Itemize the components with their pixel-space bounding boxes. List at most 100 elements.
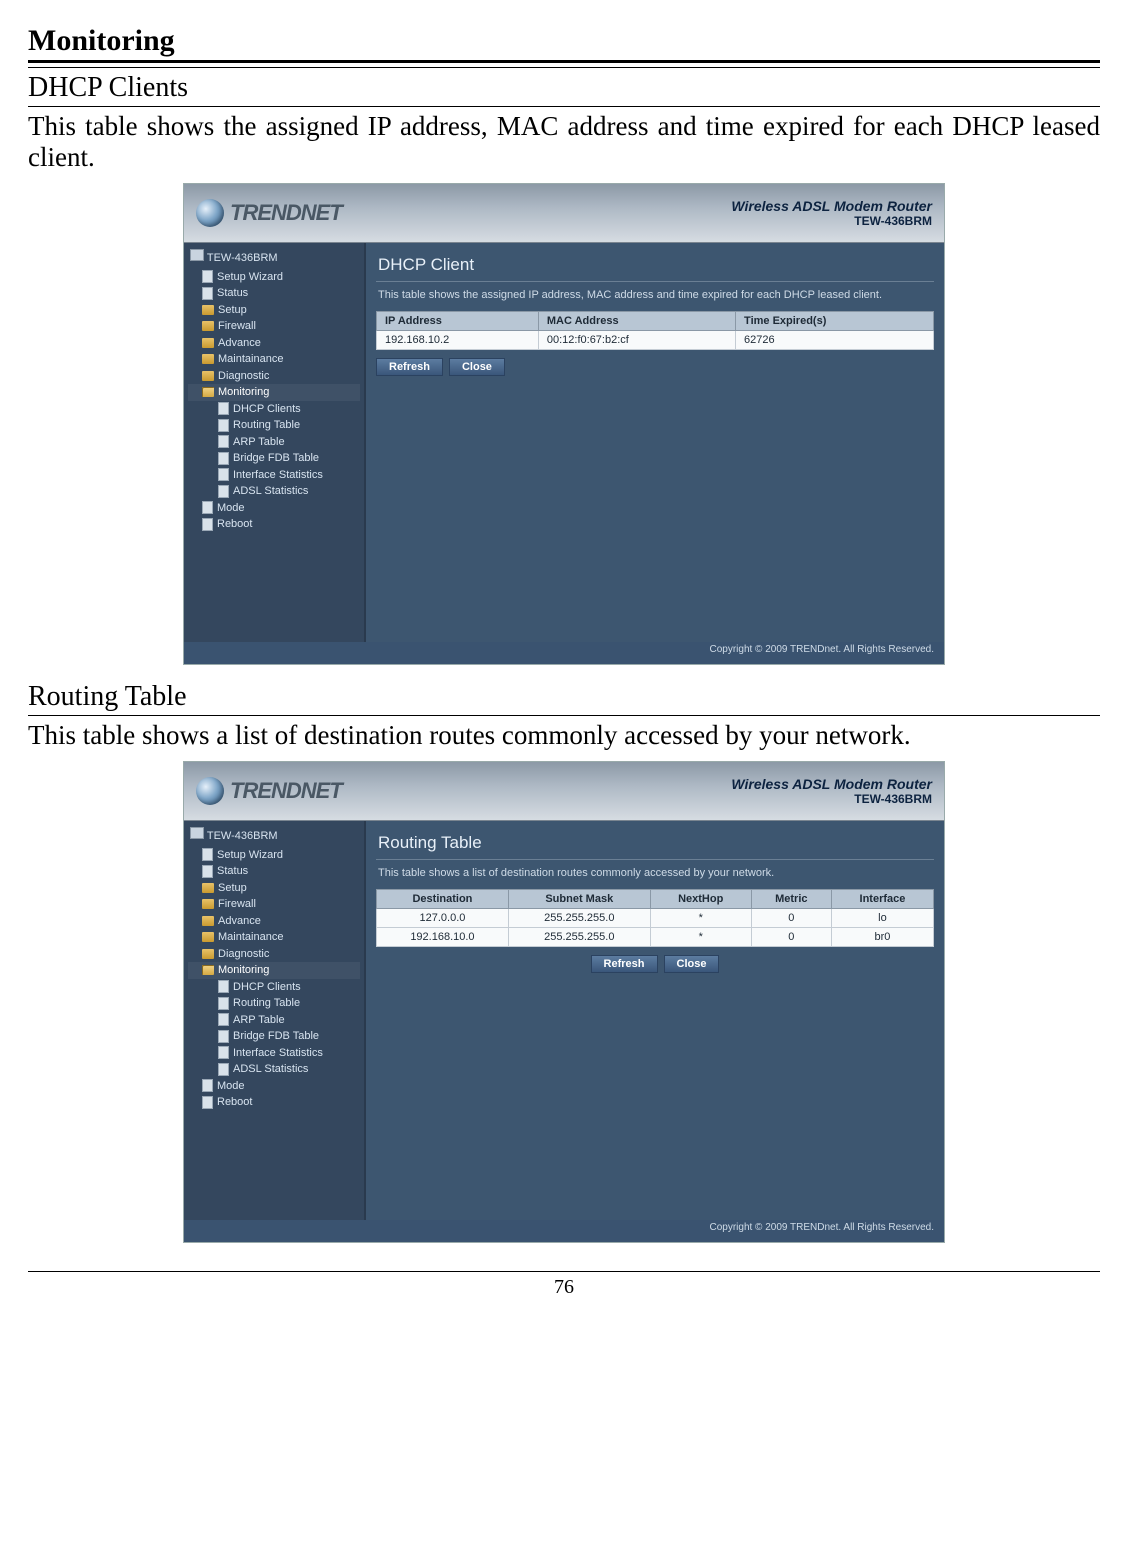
page-icon [202,270,213,283]
sidebar: TEW-436BRM Setup Wizard Status Setup Fir… [184,243,366,642]
sidebar-item-mode[interactable]: Mode [188,1078,360,1095]
page-icon [218,1046,229,1059]
col-destination: Destination [377,889,509,908]
cell-time-expired: 62726 [736,330,934,349]
sidebar-item-setup[interactable]: Setup [188,880,360,897]
sidebar-item-setup-wizard[interactable]: Setup Wizard [188,269,360,286]
sidebar-sub-bridge-fdb-table[interactable]: Bridge FDB Table [188,1028,360,1045]
sidebar-item-advance[interactable]: Advance [188,335,360,352]
folder-icon [202,932,214,942]
panel-description: This table shows a list of destination r… [376,860,934,889]
sidebar-item-advance[interactable]: Advance [188,913,360,930]
page-icon [202,501,213,514]
cell-interface: lo [831,908,933,927]
sidebar: TEW-436BRM Setup Wizard Status Setup Fir… [184,821,366,1220]
refresh-button[interactable]: Refresh [591,955,658,973]
router-footer: Copyright © 2009 TRENDnet. All Rights Re… [184,642,944,664]
cell-subnet: 255.255.255.0 [508,908,650,927]
close-button[interactable]: Close [449,358,505,376]
sidebar-item-setup[interactable]: Setup [188,302,360,319]
device-icon [190,827,204,839]
col-metric: Metric [751,889,831,908]
content-pane: DHCP Client This table shows the assigne… [366,243,944,642]
col-time-expired: Time Expired(s) [736,311,934,330]
screenshot-dhcp: TRENDNET Wireless ADSL Modem Router TEW-… [183,183,945,665]
sidebar-item-monitoring[interactable]: Monitoring [188,384,360,401]
sidebar-item-setup-wizard[interactable]: Setup Wizard [188,847,360,864]
sidebar-item-reboot[interactable]: Reboot [188,516,360,533]
page-icon [202,1096,213,1109]
sidebar-root-label: TEW-436BRM [207,252,278,264]
sidebar-item-reboot[interactable]: Reboot [188,1094,360,1111]
product-line2: TEW-436BRM [731,214,932,228]
device-icon [190,249,204,261]
sidebar-item-firewall[interactable]: Firewall [188,318,360,335]
sidebar-sub-dhcp-clients[interactable]: DHCP Clients [188,979,360,996]
folder-icon [202,899,214,909]
page-icon [202,518,213,531]
sidebar-root[interactable]: TEW-436BRM [188,827,360,845]
section-routing-title: Routing Table [28,679,1100,715]
sidebar-sub-adsl-statistics[interactable]: ADSL Statistics [188,1061,360,1078]
product-title: Wireless ADSL Modem Router TEW-436BRM [731,198,932,228]
sidebar-item-maintainance[interactable]: Maintainance [188,351,360,368]
page-icon [218,452,229,465]
page-icon [218,1013,229,1026]
folder-icon [202,949,214,959]
folder-icon [202,354,214,364]
sidebar-sub-interface-statistics[interactable]: Interface Statistics [188,1045,360,1062]
product-line2: TEW-436BRM [731,792,932,806]
cell-subnet: 255.255.255.0 [508,927,650,946]
refresh-button[interactable]: Refresh [376,358,443,376]
sidebar-sub-routing-table[interactable]: Routing Table [188,995,360,1012]
page-icon [218,419,229,432]
folder-icon [202,321,214,331]
panel-title: Routing Table [376,829,934,860]
sidebar-sub-interface-statistics[interactable]: Interface Statistics [188,467,360,484]
sidebar-sub-bridge-fdb-table[interactable]: Bridge FDB Table [188,450,360,467]
folder-open-icon [202,965,214,975]
product-line1: Wireless ADSL Modem Router [731,198,932,214]
sidebar-sub-adsl-statistics[interactable]: ADSL Statistics [188,483,360,500]
page-icon [218,1063,229,1076]
sidebar-item-status[interactable]: Status [188,285,360,302]
sidebar-sub-dhcp-clients[interactable]: DHCP Clients [188,401,360,418]
section-rule [28,106,1100,107]
page-icon [218,402,229,415]
page-icon [218,435,229,448]
router-footer: Copyright © 2009 TRENDnet. All Rights Re… [184,1220,944,1242]
page-icon [218,485,229,498]
col-interface: Interface [831,889,933,908]
brand-logo-icon [196,199,224,227]
folder-open-icon [202,387,214,397]
sidebar-item-maintainance[interactable]: Maintainance [188,929,360,946]
folder-icon [202,371,214,381]
page-icon [218,468,229,481]
sidebar-sub-arp-table[interactable]: ARP Table [188,434,360,451]
sidebar-item-monitoring[interactable]: Monitoring [188,962,360,979]
close-button[interactable]: Close [664,955,720,973]
sidebar-item-status[interactable]: Status [188,863,360,880]
page-icon [202,1079,213,1092]
folder-icon [202,305,214,315]
folder-icon [202,916,214,926]
page-number: 76 [28,1271,1100,1299]
sidebar-item-diagnostic[interactable]: Diagnostic [188,946,360,963]
brand-text: TRENDNET [230,200,342,226]
sidebar-item-mode[interactable]: Mode [188,500,360,517]
table-row: 127.0.0.0 255.255.255.0 * 0 lo [377,908,934,927]
heading-rule [28,60,1100,68]
brand: TRENDNET [196,199,342,227]
sidebar-item-firewall[interactable]: Firewall [188,896,360,913]
brand: TRENDNET [196,777,342,805]
sidebar-item-diagnostic[interactable]: Diagnostic [188,368,360,385]
table-header-row: IP Address MAC Address Time Expired(s) [377,311,934,330]
table-header-row: Destination Subnet Mask NextHop Metric I… [377,889,934,908]
product-line1: Wireless ADSL Modem Router [731,776,932,792]
sidebar-sub-routing-table[interactable]: Routing Table [188,417,360,434]
col-subnet-mask: Subnet Mask [508,889,650,908]
cell-metric: 0 [751,908,831,927]
sidebar-root[interactable]: TEW-436BRM [188,249,360,267]
cell-ip: 192.168.10.2 [377,330,539,349]
sidebar-sub-arp-table[interactable]: ARP Table [188,1012,360,1029]
